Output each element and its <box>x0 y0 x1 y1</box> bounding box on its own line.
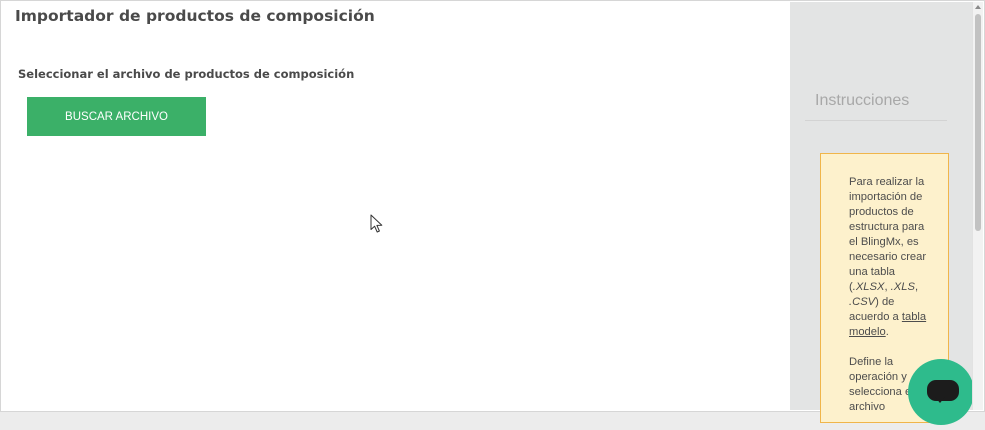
instructions-paragraph-1: Para realizar la importación de producto… <box>849 175 927 340</box>
instructions-sidebar: Instrucciones Para realizar la importaci… <box>790 2 972 423</box>
main-panel: Importador de productos de composición S… <box>2 2 790 410</box>
mouse-pointer-icon <box>370 214 383 233</box>
scroll-up-arrow-icon[interactable] <box>975 5 981 9</box>
format-separator: , <box>914 281 919 293</box>
chat-button[interactable] <box>908 359 974 425</box>
instructions-period: . <box>885 326 889 338</box>
browse-file-button[interactable]: BUSCAR ARCHIVO <box>27 97 206 136</box>
file-select-label: Seleccionar el archivo de productos de c… <box>18 67 355 81</box>
format-xlsx: .XLSX <box>852 281 885 293</box>
scrollbar-thumb[interactable] <box>975 14 981 231</box>
format-xls: .XLS <box>890 281 915 293</box>
page-title: Importador de productos de composición <box>15 7 375 25</box>
sidebar-divider <box>805 120 947 121</box>
format-csv: .CSV <box>849 296 876 308</box>
chat-bubble-tail <box>935 397 945 403</box>
instructions-intro: Para realizar la importación de producto… <box>849 176 927 293</box>
page-scrollbar[interactable] <box>972 2 983 410</box>
instructions-title: Instrucciones <box>815 92 910 109</box>
